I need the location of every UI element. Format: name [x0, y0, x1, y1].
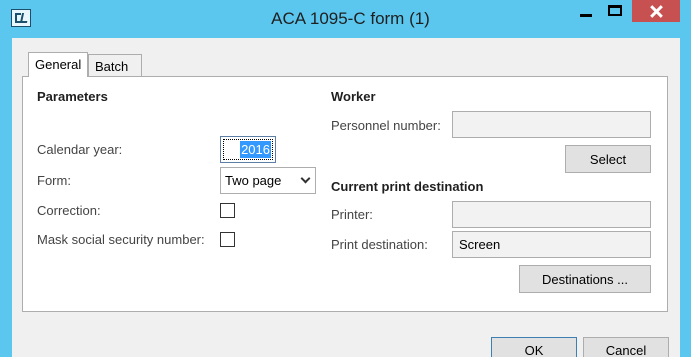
calendar-year-label: Calendar year:: [37, 142, 123, 157]
worker-heading: Worker: [331, 89, 376, 104]
cancel-button[interactable]: Cancel: [583, 337, 669, 357]
print-destination-heading: Current print destination: [331, 179, 484, 194]
window-frame-left: [0, 38, 12, 357]
form-select[interactable]: Two page: [220, 167, 316, 194]
chevron-down-icon: [300, 173, 311, 184]
personnel-number-field[interactable]: [452, 111, 651, 138]
minimize-icon: [580, 14, 592, 17]
maximize-button[interactable]: [600, 0, 630, 22]
close-button[interactable]: [632, 0, 680, 22]
window-frame-right: [680, 38, 691, 357]
correction-label: Correction:: [37, 203, 101, 218]
destinations-button[interactable]: Destinations ...: [519, 265, 651, 293]
printer-field[interactable]: [452, 201, 651, 228]
mask-ssn-checkbox[interactable]: [220, 232, 235, 247]
ok-button[interactable]: OK: [491, 337, 577, 357]
calendar-year-input[interactable]: 2016: [220, 136, 276, 163]
minimize-button[interactable]: [572, 0, 600, 22]
select-button[interactable]: Select: [565, 145, 651, 173]
printer-label: Printer:: [331, 207, 373, 222]
mask-ssn-label: Mask social security number:: [37, 232, 205, 247]
title-bar[interactable]: ACA 1095-C form (1): [0, 0, 691, 38]
correction-checkbox[interactable]: [220, 203, 235, 218]
tab-batch[interactable]: Batch: [88, 54, 142, 76]
print-destination-label: Print destination:: [331, 237, 428, 252]
personnel-number-label: Personnel number:: [331, 118, 441, 133]
form-label: Form:: [37, 173, 71, 188]
print-destination-field[interactable]: Screen: [452, 231, 651, 258]
parameters-heading: Parameters: [37, 89, 108, 104]
form-select-value: Two page: [225, 173, 282, 188]
maximize-icon: [608, 5, 622, 16]
tab-general[interactable]: General: [28, 52, 88, 77]
